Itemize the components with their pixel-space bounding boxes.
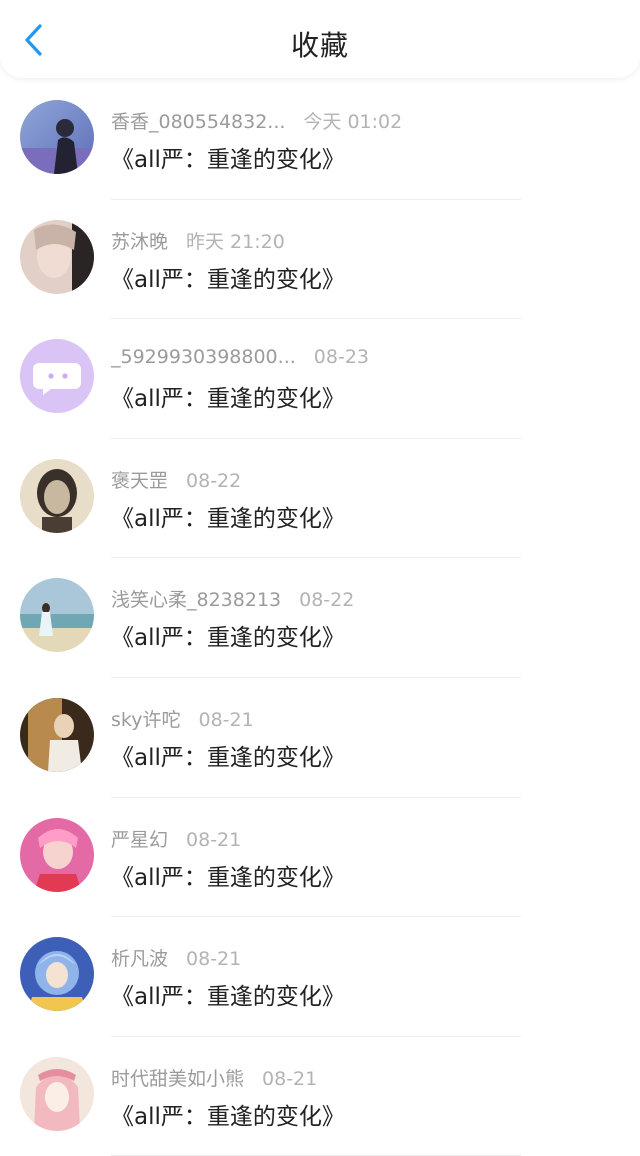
item-title: 《all严：重逢的变化》 (111, 864, 345, 891)
avatar (20, 458, 94, 533)
avatar (20, 339, 94, 414)
list-item[interactable]: 苏沐晚 昨天 21:20 《all严：重逢的变化》 (0, 200, 640, 320)
timestamp: 今天 01:02 (303, 111, 403, 133)
timestamp: 08-21 (198, 708, 254, 731)
timestamp: 08-21 (186, 948, 242, 971)
user-name[interactable]: 浅笑心柔_8238213 (111, 589, 281, 611)
avatar (20, 219, 94, 294)
top-bar: 收藏 (0, 0, 640, 78)
item-meta: 苏沐晚 昨天 21:20 (111, 227, 285, 254)
list-item[interactable]: sky许咜 08-21 《all严：重逢的变化》 (0, 678, 640, 798)
item-meta: 褒天罡 08-22 (111, 466, 241, 493)
list-item[interactable]: 褒天罡 08-22 《all严：重逢的变化》 (0, 439, 640, 559)
avatar (20, 817, 94, 892)
item-title: 《all严：重逢的变化》 (111, 1103, 345, 1130)
item-meta: 严星幻 08-21 (111, 825, 241, 852)
user-name[interactable]: 析凡波 (111, 948, 168, 970)
avatar (20, 100, 94, 174)
timestamp: 08-22 (299, 589, 355, 612)
list-item[interactable]: 时代甜美如小熊 08-21 《all严：重逢的变化》 (0, 1037, 640, 1156)
item-title: 《all严：重逢的变化》 (111, 505, 345, 532)
item-title: 《all严：重逢的变化》 (111, 386, 345, 413)
avatar (20, 697, 94, 772)
user-name[interactable]: 香香_080554832... (111, 111, 285, 133)
timestamp: 08-23 (313, 346, 369, 369)
avatar (20, 937, 94, 1012)
list-item[interactable]: 严星幻 08-21 《all严：重逢的变化》 (0, 798, 640, 918)
item-meta: sky许咜 08-21 (111, 705, 254, 732)
user-name[interactable]: 严星幻 (111, 829, 168, 851)
item-title: 《all严：重逢的变化》 (111, 147, 345, 173)
timestamp: 08-22 (186, 469, 242, 492)
user-name[interactable]: 苏沐晚 (111, 231, 168, 253)
user-name[interactable]: 时代甜美如小熊 (111, 1068, 244, 1090)
avatar (20, 1056, 94, 1131)
item-title: 《all严：重逢的变化》 (111, 984, 345, 1011)
item-meta: 香香_080554832... 今天 01:02 (111, 107, 402, 134)
item-title: 《all严：重逢的变化》 (111, 625, 345, 652)
user-name[interactable]: _5929930398800... (111, 346, 296, 368)
item-title: 《all严：重逢的变化》 (111, 266, 345, 293)
user-name[interactable]: sky许咜 (111, 709, 180, 731)
page-title: 收藏 (290, 29, 349, 62)
list-item[interactable]: 析凡波 08-21 《all严：重逢的变化》 (0, 917, 640, 1037)
item-meta: _5929930398800... 08-23 (111, 346, 369, 368)
list-item[interactable]: 浅笑心柔_8238213 08-22 《all严：重逢的变化》 (0, 558, 640, 678)
user-name[interactable]: 褒天罡 (111, 470, 168, 492)
item-meta: 浅笑心柔_8238213 08-22 (111, 585, 354, 612)
avatar (20, 578, 94, 653)
item-title: 《all严：重逢的变化》 (111, 744, 345, 771)
favorites-list: 香香_080554832... 今天 01:02 《all严：重逢的变化》 苏沐晚… (0, 80, 640, 1156)
timestamp: 08-21 (186, 828, 242, 851)
timestamp: 08-21 (262, 1067, 318, 1090)
item-meta: 时代甜美如小熊 08-21 (111, 1064, 317, 1091)
list-item[interactable]: _5929930398800... 08-23 《all严：重逢的变化》 (0, 319, 640, 439)
timestamp: 昨天 21:20 (186, 230, 285, 253)
item-meta: 析凡波 08-21 (111, 944, 241, 971)
list-item[interactable]: 香香_080554832... 今天 01:02 《all严：重逢的变化》 (0, 80, 640, 200)
